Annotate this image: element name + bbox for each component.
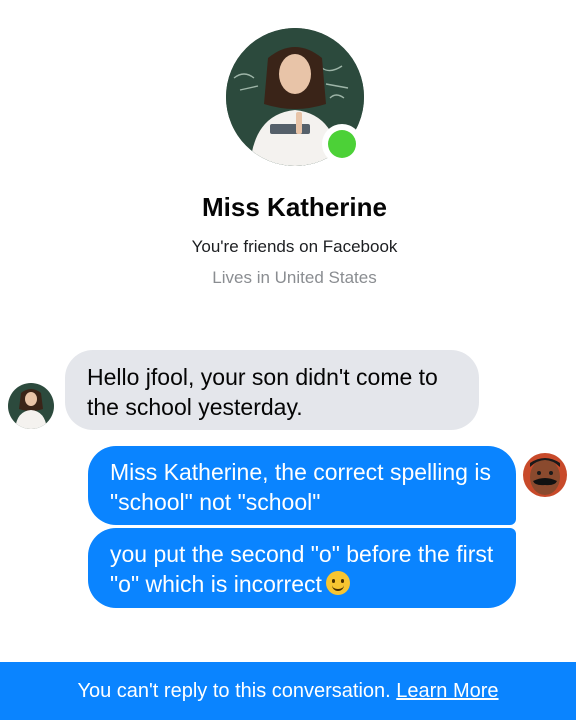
contact-avatar[interactable]: [8, 383, 54, 429]
online-status-indicator: [322, 124, 362, 164]
profile-name: Miss Katherine: [202, 192, 387, 222]
outgoing-message[interactable]: you put the second "o" before the first …: [88, 528, 516, 608]
contact-photo: [8, 383, 54, 429]
incoming-message[interactable]: Hello jfool, your son didn't come to the…: [65, 350, 479, 430]
slightly-smiling-face-icon: [325, 571, 350, 595]
friends-status: You're friends on Facebook: [191, 237, 398, 256]
user-photo: [523, 453, 567, 497]
outgoing-message[interactable]: Miss Katherine, the correct spelling is …: [88, 446, 516, 525]
outgoing-message-text: you put the second "o" before the first …: [110, 541, 494, 597]
user-avatar[interactable]: [523, 453, 567, 497]
learn-more-link[interactable]: Learn More: [396, 680, 498, 702]
location-info: Lives in United States: [212, 268, 377, 287]
reply-disabled-banner: You can't reply to this conversation. Le…: [0, 662, 576, 720]
reply-disabled-notice: You can't reply to this conversation.: [77, 680, 391, 702]
